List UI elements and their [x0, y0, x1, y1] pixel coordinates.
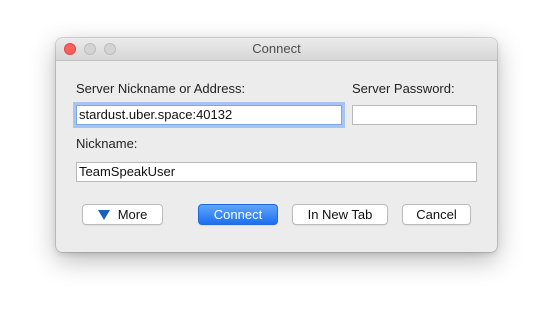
nickname-label: Nickname:: [76, 136, 138, 151]
server-password-label: Server Password:: [352, 81, 455, 96]
nickname-input[interactable]: TeamSpeakUser: [76, 162, 477, 182]
more-button[interactable]: More: [82, 204, 163, 225]
server-password-input[interactable]: [352, 105, 477, 125]
server-address-input[interactable]: stardust.uber.space:40132: [76, 105, 342, 125]
more-button-label: More: [117, 207, 148, 222]
disclosure-triangle-down-icon: [97, 210, 110, 220]
connect-button-label: Connect: [213, 207, 263, 222]
cancel-button-label: Cancel: [416, 207, 457, 222]
connect-dialog: Connect Server Nickname or Address: star…: [56, 38, 497, 252]
title-bar[interactable]: Connect: [56, 38, 497, 61]
server-address-label: Server Nickname or Address:: [76, 81, 246, 96]
cancel-button[interactable]: Cancel: [402, 204, 471, 225]
window-title: Connect: [252, 41, 301, 56]
in-new-tab-button-label: In New Tab: [307, 207, 373, 222]
connect-button[interactable]: Connect: [198, 204, 278, 225]
in-new-tab-button[interactable]: In New Tab: [292, 204, 388, 225]
